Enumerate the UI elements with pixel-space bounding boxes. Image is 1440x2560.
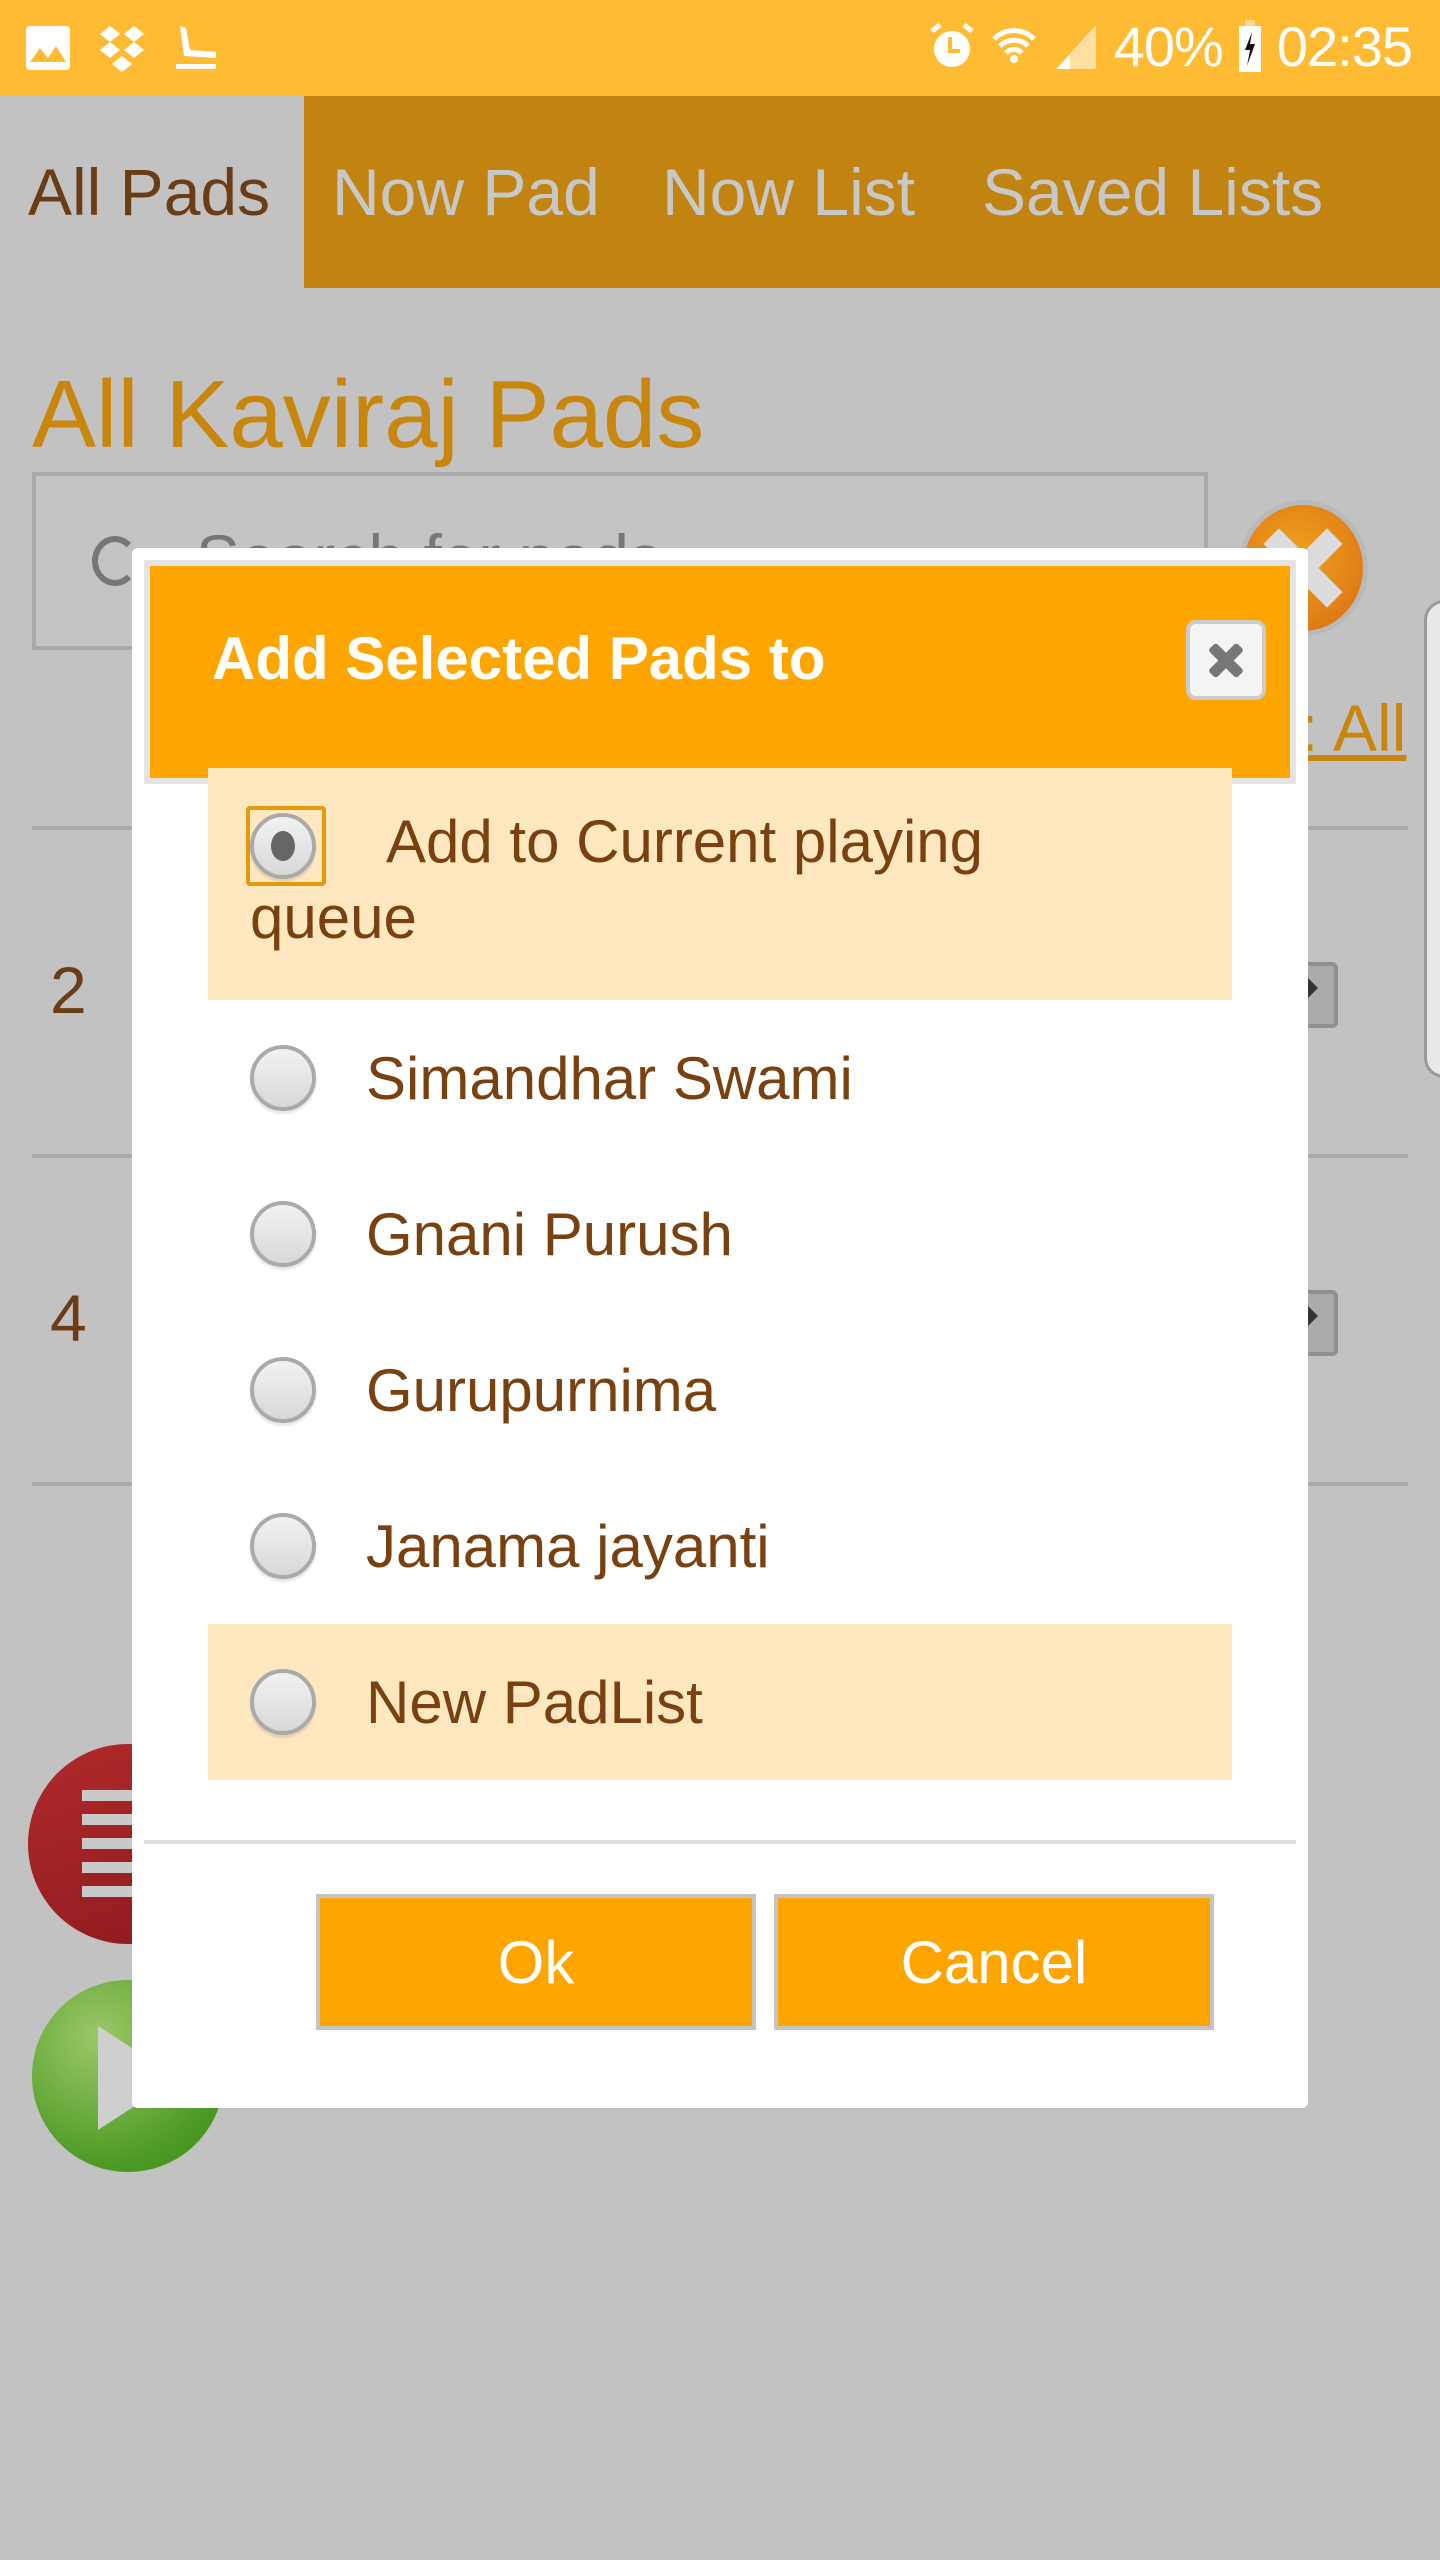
tab-label: Saved Lists bbox=[982, 155, 1324, 229]
alarm-icon bbox=[930, 22, 974, 67]
side-panel-handle[interactable] bbox=[1424, 600, 1440, 1078]
battery-percent: 40% bbox=[1113, 15, 1224, 78]
close-icon[interactable] bbox=[1186, 620, 1266, 700]
radio-button[interactable] bbox=[250, 1201, 316, 1267]
tab-label: Now Pad bbox=[332, 155, 600, 229]
signal-icon bbox=[1055, 24, 1096, 69]
option-gnani-purush[interactable]: Gnani Purush bbox=[208, 1156, 1232, 1312]
gallery-icon bbox=[26, 26, 70, 70]
tab-bar: All Pads Now Pad Now List Saved Lists bbox=[0, 96, 1440, 288]
tab-now-pad[interactable]: Now Pad bbox=[332, 96, 600, 288]
row-number: 4 bbox=[50, 1281, 87, 1355]
tab-label: All Pads bbox=[28, 155, 271, 229]
dialog-divider bbox=[144, 1840, 1296, 1844]
radio-button[interactable] bbox=[250, 1669, 316, 1735]
status-bar: 40% 02:35 bbox=[0, 0, 1440, 96]
tab-now-list[interactable]: Now List bbox=[662, 96, 915, 288]
radio-button[interactable] bbox=[250, 1357, 316, 1423]
dropbox-icon bbox=[100, 26, 144, 72]
option-current-queue[interactable]: Add to Current playing queue bbox=[208, 768, 1232, 1000]
dialog-title: Add Selected Pads to bbox=[212, 625, 826, 692]
list-icon bbox=[82, 1790, 134, 1910]
radio-button[interactable] bbox=[250, 1045, 316, 1111]
battery-charging-icon bbox=[1238, 19, 1261, 72]
add-pads-dialog: Add Selected Pads to Add to Current play… bbox=[132, 548, 1308, 2108]
wifi-icon bbox=[991, 27, 1036, 63]
option-label: Gnani Purush bbox=[366, 1200, 733, 1268]
option-janama-jayanti[interactable]: Janama jayanti bbox=[208, 1468, 1232, 1624]
option-label: Simandhar Swami bbox=[366, 1044, 853, 1112]
option-label: Gurupurnima bbox=[366, 1356, 717, 1424]
option-label: New PadList bbox=[366, 1668, 703, 1736]
option-new-padlist[interactable]: New PadList bbox=[208, 1624, 1232, 1780]
row-number: 2 bbox=[50, 953, 87, 1027]
select-all-link[interactable]: : All bbox=[1300, 690, 1406, 766]
tab-all-pads[interactable]: All Pads bbox=[0, 96, 304, 288]
ok-button[interactable]: Ok bbox=[316, 1894, 756, 2030]
option-label: Janama jayanti bbox=[366, 1512, 770, 1580]
clock: 02:35 bbox=[1276, 15, 1413, 78]
option-label: Add to Current playing queue bbox=[250, 808, 984, 951]
tab-label: Now List bbox=[662, 155, 916, 229]
dialog-header: Add Selected Pads to bbox=[144, 560, 1296, 784]
cancel-button[interactable]: Cancel bbox=[774, 1894, 1214, 2030]
airplane-landing-icon bbox=[176, 26, 216, 69]
tab-saved-lists[interactable]: Saved Lists bbox=[982, 96, 1323, 288]
radio-button[interactable] bbox=[250, 1513, 316, 1579]
page-title: All Kaviraj Pads bbox=[32, 361, 705, 468]
option-simandhar-swami[interactable]: Simandhar Swami bbox=[208, 1000, 1232, 1156]
option-gurupurnima[interactable]: Gurupurnima bbox=[208, 1312, 1232, 1468]
